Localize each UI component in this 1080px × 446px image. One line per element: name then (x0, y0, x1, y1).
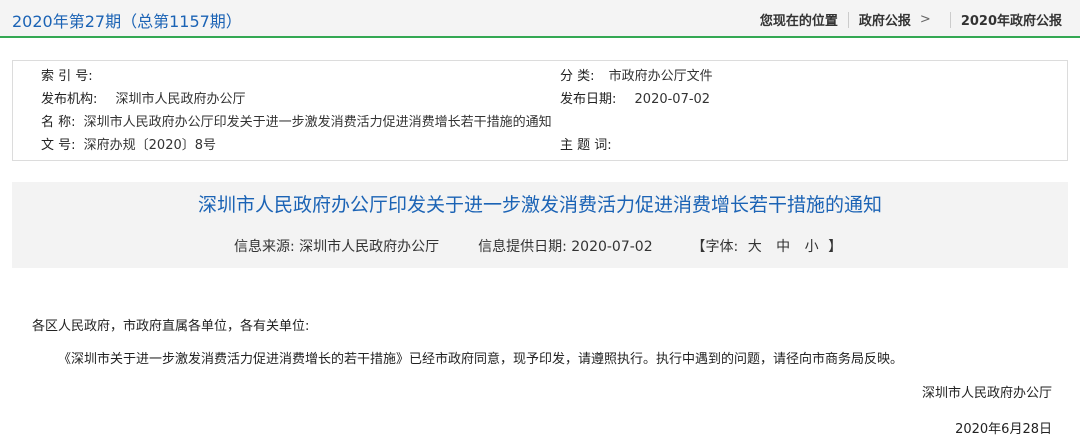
breadcrumb-divider (847, 11, 849, 28)
docno-label: 文 号: (41, 138, 76, 153)
font-open: 【字体: (691, 239, 739, 255)
category-value: 市政府办公厅文件 (608, 69, 713, 84)
breadcrumb: 您现在的位置 政府公报 > 2020年政府公报 (760, 10, 1062, 29)
info-bar: 信息来源: 深圳市人民政府办公厅 信息提供日期: 2020-07-02 【字体:… (234, 236, 842, 256)
publisher-label: 发布机构: (41, 92, 98, 107)
date-label: 发布日期: (560, 92, 617, 107)
salutation: 各区人民政府，市政府直属各单位，各有关单位: (32, 319, 310, 334)
issue-number: 2020年第27期（总第1157期） (12, 12, 242, 31)
metadata-panel: 索 引 号: 分 类: 市政府办公厅文件 发布机构: 深圳市人民政府办公厅 发布… (12, 60, 1068, 161)
date-value: 2020-07-02 (634, 92, 711, 107)
meta-row: 文 号: 深府办规〔2020〕8号 主 题 词: (13, 136, 1067, 156)
font-size-switcher: 【字体: 大 中 小 】 (692, 236, 843, 256)
name-label: 名 称: (41, 115, 76, 130)
breadcrumb-item-2020-gazette[interactable]: 2020年政府公报 (961, 10, 1062, 29)
source-value: 深圳市人民政府办公厅 (299, 239, 440, 255)
category-label: 分 类: (560, 69, 595, 84)
meta-row: 索 引 号: 分 类: 市政府办公厅文件 (13, 67, 1067, 87)
docno-value: 深府办规〔2020〕8号 (83, 138, 217, 153)
source-label: 信息来源: (234, 239, 295, 255)
signature-date: 2020年6月28日 (955, 422, 1052, 437)
font-large-button[interactable]: 大 (748, 236, 762, 256)
index-label: 索 引 号: (41, 69, 93, 84)
subject-label: 主 题 词: (560, 138, 612, 153)
provide-date-label: 信息提供日期: (478, 239, 567, 255)
body-paragraph: 《深圳市关于进一步激发消费活力促进消费增长的若干措施》已经市政府同意，现予印发，… (58, 352, 904, 367)
location-label: 您现在的位置 (759, 14, 838, 29)
document-title: 深圳市人民政府办公厅印发关于进一步激发消费活力促进消费增长若干措施的通知 (197, 194, 882, 216)
breadcrumb-divider (949, 11, 951, 28)
provide-date-value: 2020-07-02 (571, 239, 653, 255)
font-medium-button[interactable]: 中 (776, 236, 790, 256)
meta-row: 名 称: 深圳市人民政府办公厅印发关于进一步激发消费活力促进消费增长若干措施的通… (13, 113, 1067, 133)
top-bar: 2020年第27期（总第1157期） 您现在的位置 政府公报 > 2020年政府… (0, 0, 1080, 38)
title-block: 深圳市人民政府办公厅印发关于进一步激发消费活力促进消费增长若干措施的通知 信息来… (12, 182, 1068, 268)
breadcrumb-item-gazette[interactable]: 政府公报 (859, 10, 911, 29)
meta-row: 发布机构: 深圳市人民政府办公厅 发布日期: 2020-07-02 (13, 90, 1067, 110)
font-close: 】 (828, 239, 843, 255)
name-value: 深圳市人民政府办公厅印发关于进一步激发消费活力促进消费增长若干措施的通知 (83, 115, 552, 130)
publisher-value: 深圳市人民政府办公厅 (115, 92, 246, 107)
breadcrumb-arrow-icon: > (919, 12, 931, 27)
signature-org: 深圳市人民政府办公厅 (921, 386, 1052, 401)
font-small-button[interactable]: 小 (805, 236, 819, 256)
